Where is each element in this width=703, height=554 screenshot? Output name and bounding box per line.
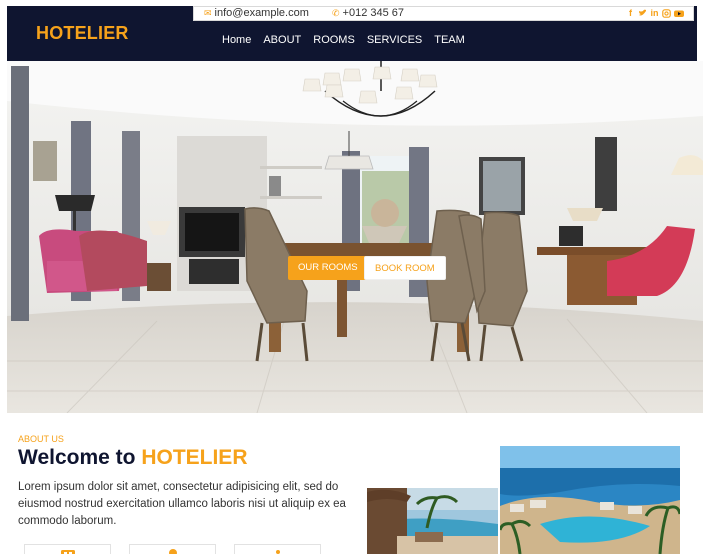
user-icon <box>169 549 177 554</box>
nav-about[interactable]: ABOUT <box>263 33 301 47</box>
nav-rooms[interactable]: ROOMS <box>313 33 355 47</box>
users-icon <box>276 550 280 554</box>
facebook-icon[interactable]: f <box>626 8 635 19</box>
about-description: Lorem ipsum dolor sit amet, consectetur … <box>18 481 346 527</box>
brand-logo[interactable]: HOTELIER <box>36 23 129 44</box>
main-nav: Home ABOUT ROOMS SERVICES TEAM <box>222 33 465 47</box>
book-room-button[interactable]: BOOK ROOM <box>364 256 446 280</box>
about-title-highlight: HOTELIER <box>141 446 248 469</box>
envelope-icon: ✉ <box>204 8 212 18</box>
contact-email[interactable]: ✉ info@example.com <box>204 7 309 20</box>
contact-phone[interactable]: ✆ +012 345 67 <box>332 7 404 20</box>
nav-team[interactable]: TEAM <box>434 33 465 47</box>
stat-card-clients <box>234 544 321 554</box>
phone-icon: ✆ <box>332 8 340 18</box>
about-section-tag: ABOUT US <box>18 434 64 444</box>
nav-services[interactable]: SERVICES <box>367 33 422 47</box>
linkedin-icon[interactable]: in <box>650 8 659 19</box>
resort-aerial-photo <box>500 446 680 554</box>
stat-card-rooms <box>24 544 111 554</box>
email-text: info@example.com <box>214 7 309 19</box>
hotel-icon <box>61 550 75 554</box>
about-title-prefix: Welcome to <box>18 446 136 469</box>
phone-text: +012 345 67 <box>342 7 405 19</box>
youtube-icon[interactable] <box>674 8 684 19</box>
instagram-icon[interactable] <box>662 8 671 19</box>
social-links: f in <box>626 8 684 19</box>
hero-dining-room-image <box>7 61 703 413</box>
about-title: Welcome to HOTELIER <box>18 446 247 470</box>
nav-home[interactable]: Home <box>222 33 251 47</box>
stat-card-staffs <box>129 544 216 554</box>
twitter-icon[interactable] <box>638 8 647 19</box>
site-header: HOTELIER ✉ info@example.com ✆ +012 345 67 … <box>7 6 697 61</box>
our-rooms-button[interactable]: OUR ROOMS <box>288 256 368 280</box>
top-contact-bar: ✉ info@example.com ✆ +012 345 67 f in <box>193 6 694 21</box>
hero-banner: OUR ROOMS BOOK ROOM <box>7 61 703 413</box>
resort-pool-photo <box>367 488 498 554</box>
